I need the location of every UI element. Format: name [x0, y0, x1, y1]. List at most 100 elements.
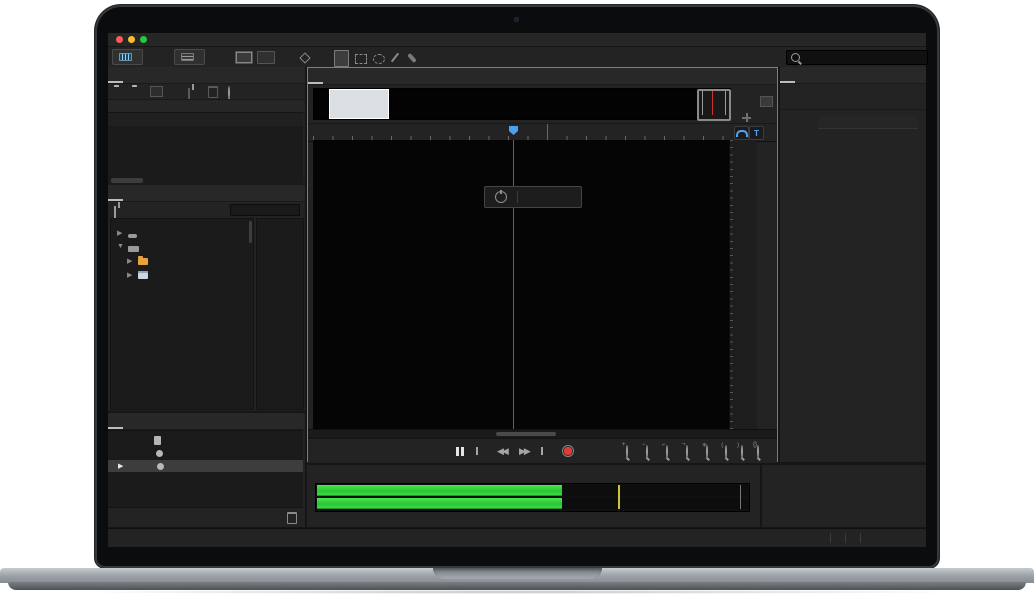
time-selection-tool-icon[interactable]: [334, 50, 349, 67]
new-file-icon[interactable]: [150, 86, 163, 97]
editor-panel: T ◀◀ ▶▶: [307, 67, 778, 462]
disk-icon: [138, 271, 148, 279]
history-item-record-2[interactable]: ▶: [108, 460, 303, 472]
zoom-in-point-button[interactable]: ⟨: [725, 446, 727, 457]
ruler-divider: [547, 124, 548, 141]
tab-media-browser[interactable]: [108, 185, 123, 201]
title-bar: [108, 33, 926, 47]
drive-icon: [128, 246, 139, 252]
tree-item-volumes[interactable]: ▼: [117, 243, 144, 250]
adobe-audition-window: ▶ ▼ ▶ ▶: [108, 33, 926, 547]
zoom-navigator[interactable]: [697, 89, 731, 121]
history-item-record-1[interactable]: [108, 447, 303, 459]
spot-healing-tool-icon[interactable]: [407, 53, 417, 63]
tab-favorites[interactable]: [123, 67, 135, 83]
history-panel: ▶: [108, 413, 305, 527]
media-tree: ▶ ▼ ▶ ▶: [110, 218, 254, 410]
delete-history-icon[interactable]: [287, 512, 297, 524]
overview-selection[interactable]: [329, 89, 389, 119]
waveform-canvas[interactable]: [313, 140, 729, 429]
tab-files[interactable]: [108, 67, 123, 83]
tab-effects-rack[interactable]: [123, 185, 135, 201]
go-to-end-button[interactable]: [540, 445, 543, 457]
tab-essential-sound[interactable]: [780, 67, 795, 83]
tab-video[interactable]: [123, 413, 135, 429]
docked-panel-icon: [760, 96, 773, 107]
help-search-box[interactable]: [786, 50, 928, 65]
meter-right-fill: [317, 498, 562, 509]
levels-panel: [307, 465, 760, 527]
headphone-icon: [736, 130, 748, 137]
search-icon: [791, 53, 800, 62]
file-icon: [154, 436, 161, 445]
file-row[interactable]: [108, 113, 303, 126]
pin-button[interactable]: T: [749, 126, 764, 140]
zoom-out-button[interactable]: −: [646, 446, 648, 457]
tab-markers[interactable]: [135, 185, 147, 201]
laptop-shadow: [60, 590, 974, 594]
hscrollbar-thumb[interactable]: [496, 432, 556, 436]
volume-hud[interactable]: [484, 186, 582, 208]
zoom-out-point-button[interactable]: ⟩: [741, 446, 743, 457]
files-list: [108, 112, 303, 187]
essential-sound-panel: [780, 67, 926, 462]
level-meter: [315, 483, 750, 512]
tab-mixer[interactable]: [337, 68, 349, 84]
folder-icon: [138, 258, 148, 265]
playhead-line[interactable]: [513, 140, 514, 429]
laptop-notch: [433, 568, 602, 579]
show-waveform-icon[interactable]: [235, 51, 253, 64]
history-item-open[interactable]: [108, 434, 303, 446]
search-input[interactable]: [804, 52, 908, 64]
history-list: ▶: [108, 430, 303, 508]
pause-button[interactable]: [456, 445, 464, 457]
zoom-selection-button[interactable]: {}: [757, 446, 759, 457]
tab-editor[interactable]: [308, 68, 323, 84]
selection-view-panel: [762, 465, 926, 527]
go-to-start-button[interactable]: [476, 445, 479, 457]
rewind-button[interactable]: ◀◀: [497, 445, 507, 457]
tab-history[interactable]: [108, 413, 123, 429]
multitrack-icon: [181, 53, 194, 61]
media-browser-panel: ▶ ▼ ▶ ▶: [108, 185, 305, 411]
zoom-in-button[interactable]: +: [626, 446, 628, 457]
show-spectral-icon[interactable]: [257, 51, 275, 64]
tree-item-disk[interactable]: ▶: [127, 271, 153, 279]
zoom-reset-button[interactable]: ✳: [706, 446, 708, 457]
brush-selection-tool-icon[interactable]: [391, 53, 399, 63]
razor-tool-icon[interactable]: [299, 52, 310, 63]
content-filter-field[interactable]: [230, 204, 300, 216]
tab-selection-view[interactable]: [762, 465, 777, 480]
transport-bar: ◀◀ ▶▶ + − ⌐ ¬ ✳ ⟨ ⟩ {}: [308, 438, 777, 463]
media-import-icon[interactable]: [114, 206, 116, 218]
tree-item-maczl[interactable]: ▶: [127, 257, 153, 265]
zoom-window-button[interactable]: [140, 36, 147, 43]
files-hscrollbar[interactable]: [111, 178, 143, 183]
webcam: [514, 17, 519, 22]
preset-field[interactable]: [818, 116, 918, 129]
fast-forward-button[interactable]: ▶▶: [519, 445, 529, 457]
playhead-marker[interactable]: [509, 126, 518, 135]
marquee-selection-tool-icon[interactable]: [355, 54, 367, 64]
record-button[interactable]: [562, 445, 574, 457]
status-bar: [108, 528, 926, 547]
laptop-base-edge: [8, 582, 1026, 590]
volume-knob-icon[interactable]: [495, 191, 507, 203]
close-window-button[interactable]: [116, 36, 123, 43]
waveform-view-button[interactable]: [112, 49, 143, 65]
tree-item-shortcuts[interactable]: ▶: [117, 229, 142, 237]
tab-levels[interactable]: [307, 465, 322, 480]
delete-icon[interactable]: [208, 86, 218, 98]
tree-vscrollbar[interactable]: [249, 221, 252, 243]
amplitude-scale: [729, 140, 757, 429]
monitor-headphone-button[interactable]: [734, 126, 749, 140]
minimize-window-button[interactable]: [128, 36, 135, 43]
media-content-list: [256, 218, 304, 410]
panel-overflow-icon[interactable]: [159, 185, 171, 201]
zoom-in-time-button[interactable]: ⌐: [666, 446, 668, 457]
lasso-selection-tool-icon[interactable]: [373, 54, 385, 64]
waveform-icon: [119, 53, 132, 61]
files-search-icon[interactable]: [228, 86, 230, 99]
zoom-out-time-button[interactable]: ¬: [686, 446, 688, 457]
multitrack-view-button[interactable]: [174, 49, 205, 65]
